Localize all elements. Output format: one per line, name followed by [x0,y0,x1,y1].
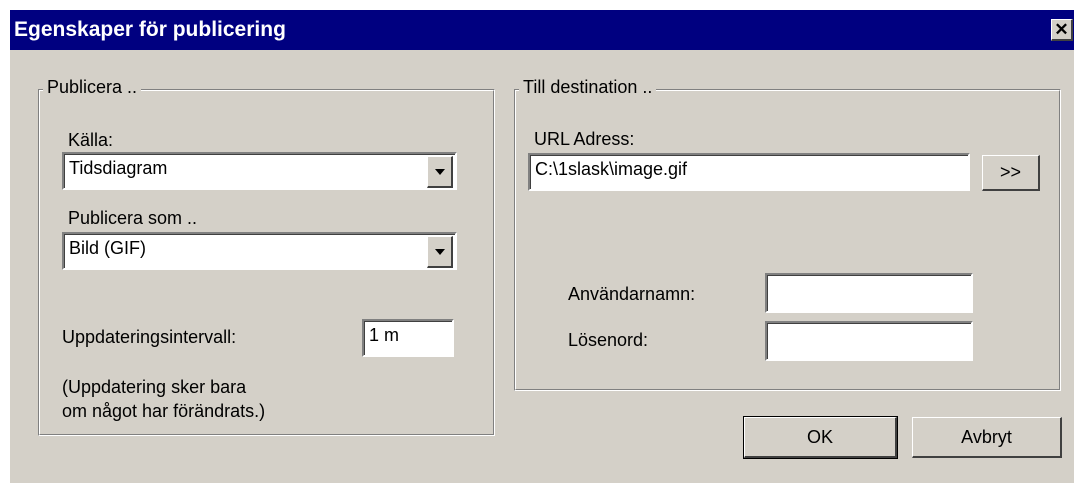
ok-button-label: OK [806,426,833,447]
source-label: Källa: [68,130,114,150]
title-bar[interactable]: Egenskaper för publicering ✕ [10,10,1074,50]
publish-as-value: Bild (GIF) [69,238,147,258]
url-value: C:\1slask\image.gif [535,159,688,179]
password-input[interactable] [765,321,973,361]
password-label: Lösenord: [568,330,649,350]
chevron-down-icon [435,249,445,255]
cancel-button[interactable]: Avbryt [912,417,1062,458]
close-button[interactable]: ✕ [1051,19,1073,41]
interval-label: Uppdateringsintervall: [62,327,237,347]
browse-button-label: >> [999,162,1022,182]
interval-input[interactable]: 1 m [362,319,454,357]
update-note-line1: (Uppdatering sker bara [62,377,247,397]
username-label: Användarnamn: [568,284,696,304]
dialog-title: Egenskaper för publicering [14,18,286,41]
publish-as-label: Publicera som .. [68,208,198,228]
publish-group-legend: Publicera .. [43,77,142,98]
url-label: URL Adress: [534,129,635,149]
source-dropdown[interactable]: Tidsdiagram [62,152,457,190]
publish-as-dropdown-button[interactable] [427,236,453,268]
source-value: Tidsdiagram [69,158,168,178]
interval-value: 1 m [369,325,400,345]
chevron-down-icon [435,169,445,175]
update-note-line2: om något har förändrats.) [62,401,266,421]
username-input[interactable] [765,273,973,313]
url-input[interactable]: C:\1slask\image.gif [528,153,970,191]
publish-as-dropdown[interactable]: Bild (GIF) [62,232,457,270]
browse-button[interactable]: >> [982,155,1040,191]
cancel-button-label: Avbryt [961,426,1012,447]
publish-properties-dialog: Egenskaper för publicering ✕ Publicera .… [8,8,1074,483]
destination-group-legend: Till destination .. [519,77,657,98]
source-dropdown-button[interactable] [427,156,453,188]
ok-button[interactable]: OK [743,416,898,459]
close-icon: ✕ [1054,20,1069,39]
